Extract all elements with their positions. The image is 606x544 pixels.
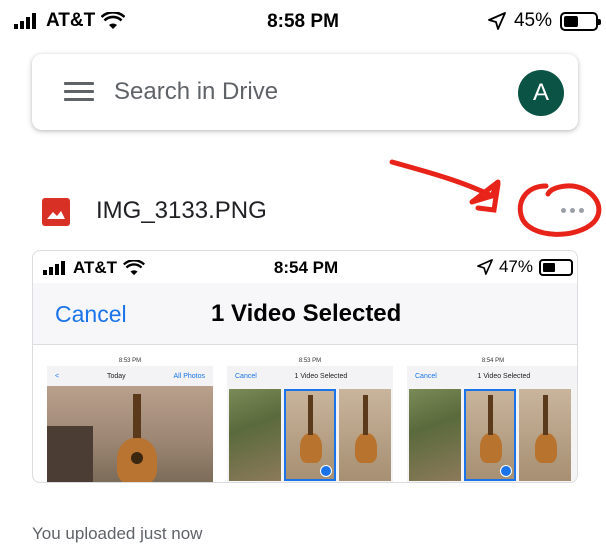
back-icon: < xyxy=(55,372,60,380)
thumb-link: All Photos xyxy=(173,372,205,380)
file-name: IMG_3133.PNG xyxy=(96,197,267,224)
plant-photo xyxy=(409,389,461,481)
preview-thumbnails: 8:53 PM < Today All Photos 8:53 PM Cancel 1… xyxy=(33,357,577,482)
dot-icon xyxy=(569,207,575,213)
battery-level xyxy=(543,262,556,272)
screenshot-thumbnail: 8:53 PM Cancel 1 Video Selected xyxy=(227,357,393,482)
thumb-time: 8:53 PM xyxy=(118,358,142,364)
image-file-icon xyxy=(42,198,70,226)
battery-level xyxy=(564,15,578,27)
more-options-button[interactable] xyxy=(550,200,594,220)
status-bar: AT&T 8:58 PM 45% xyxy=(0,0,606,44)
search-input[interactable]: Search in Drive xyxy=(114,78,278,106)
avatar[interactable]: A xyxy=(518,70,564,116)
thumb-time: 8:54 PM xyxy=(481,358,505,364)
screenshot-thumbnail: 8:53 PM < Today All Photos xyxy=(47,357,213,482)
battery-icon xyxy=(539,258,573,276)
battery-percent: 45% xyxy=(513,10,552,31)
thumb-time: 8:53 PM xyxy=(298,358,322,364)
dot-icon xyxy=(578,207,584,213)
thumb-title: 1 Video Selected xyxy=(294,372,348,380)
battery-icon xyxy=(560,11,601,31)
guitar-photo xyxy=(519,389,571,481)
activity-text: You uploaded just now xyxy=(32,524,203,543)
guitar-photo xyxy=(339,389,391,481)
screenshot-thumbnail: 8:54 PM Cancel 1 Video Selected xyxy=(407,357,577,482)
preview-battery-percent: 47% xyxy=(498,257,533,276)
preview-nav-bar: Cancel 1 Video Selected xyxy=(33,283,577,345)
guitar-photo xyxy=(47,386,213,482)
file-header: IMG_3133.PNG xyxy=(0,186,606,236)
menu-icon[interactable] xyxy=(64,82,94,102)
thumb-title: 1 Video Selected xyxy=(477,372,531,380)
thumb-title: Today xyxy=(106,372,126,380)
thumb-cancel: Cancel xyxy=(235,372,257,380)
plant-photo xyxy=(229,389,281,481)
checkmark-icon xyxy=(500,465,512,477)
thumb-cancel: Cancel xyxy=(415,372,437,380)
guitar-photo xyxy=(284,389,336,481)
guitar-photo xyxy=(464,389,516,481)
location-arrow-icon xyxy=(477,259,493,275)
preview-cancel-label: Cancel xyxy=(55,301,127,327)
dot-icon xyxy=(560,207,566,213)
checkmark-icon xyxy=(320,465,332,477)
file-preview[interactable]: AT&T 8:54 PM 47% Cancel 1 Video Selected… xyxy=(32,250,578,483)
search-bar[interactable]: Search in Drive A xyxy=(32,54,578,130)
preview-status-bar: AT&T 8:54 PM 47% xyxy=(33,251,577,283)
preview-title: 1 Video Selected xyxy=(211,300,402,327)
location-arrow-icon xyxy=(488,12,506,30)
